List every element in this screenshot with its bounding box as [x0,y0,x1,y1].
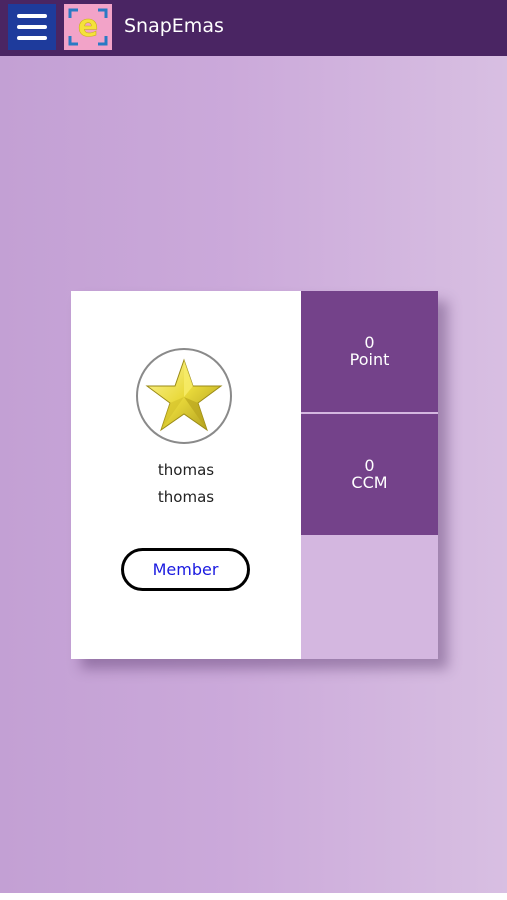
stats-panel: 0 Point 0 CCM [301,291,438,659]
ccm-stat-tile[interactable]: 0 CCM [301,414,438,535]
ccm-value: 0 [364,456,375,475]
hamburger-menu-icon-bar [17,25,47,29]
app-logo[interactable]: e [64,4,112,50]
profile-panel: thomas thomas Member [71,291,301,659]
ccm-label: CCM [351,473,388,492]
point-stat-tile[interactable]: 0 Point [301,291,438,412]
point-label: Point [349,350,390,369]
app-title: SnapEmas [124,15,224,37]
hamburger-menu-icon [17,14,47,18]
profile-card: thomas thomas Member 0 Point 0 CCM [71,291,438,659]
avatar[interactable] [136,348,232,444]
point-value: 0 [364,333,375,352]
hamburger-menu-icon-bar [17,36,47,40]
logo-letter: e [78,9,98,44]
menu-button[interactable] [8,4,56,50]
member-button[interactable]: Member [121,548,250,591]
last-name: thomas [157,488,215,506]
app-screen: e SnapEmas thomas thomas Member 0 Point … [0,0,507,893]
top-app-bar: e SnapEmas [0,0,507,56]
gold-star-icon [145,358,223,432]
logo-icon: e [68,8,108,46]
first-name: thomas [157,461,215,479]
